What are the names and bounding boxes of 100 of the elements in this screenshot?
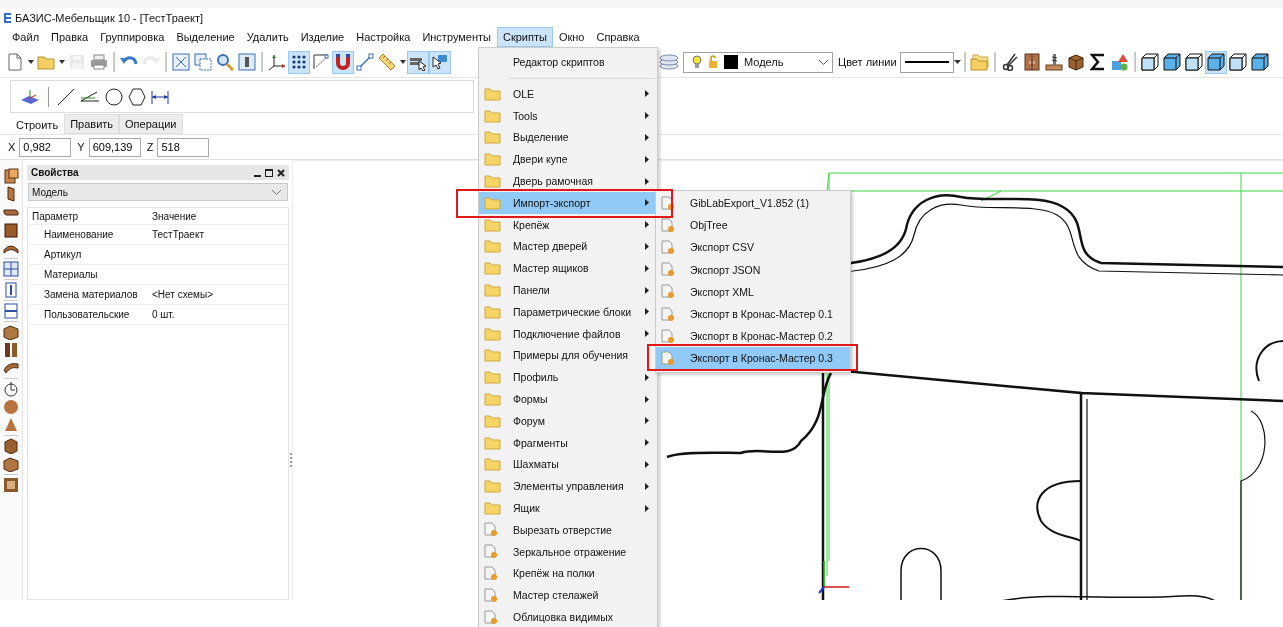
menu-item[interactable]: OLE	[479, 83, 657, 105]
furniture-part-icon[interactable]	[3, 222, 19, 238]
menu-item[interactable]: ObjTree	[656, 214, 850, 237]
menu-item[interactable]: Дверь рамочная	[479, 170, 657, 192]
menu-item[interactable]: Экспорт JSON	[656, 258, 850, 281]
menu-item[interactable]: Двери купе	[479, 148, 657, 171]
toolbar-button[interactable]	[1182, 50, 1205, 74]
menu-item[interactable]: Tools	[479, 104, 657, 127]
menu-item[interactable]: Удалить	[240, 27, 295, 47]
menu-item[interactable]: Экспорт в Кронас-Мастер 0.2	[656, 325, 850, 348]
folder-icon	[484, 392, 501, 407]
caret-icon[interactable]	[953, 60, 961, 64]
coordinate-field[interactable]: 0,982	[19, 137, 72, 157]
furniture-part-icon[interactable]	[3, 456, 19, 472]
menu-item[interactable]: Формы	[479, 388, 657, 410]
toolbar-button[interactable]	[429, 50, 451, 74]
chevron-down-icon	[819, 59, 828, 65]
property-value[interactable]: <Нет схемы>	[146, 289, 288, 300]
menu-item[interactable]: GibLabExport_V1.852 (1)	[656, 192, 850, 215]
object-dropdown[interactable]: Модель	[28, 183, 288, 201]
caret-icon	[27, 60, 34, 64]
toolbar-button[interactable]	[1226, 50, 1249, 74]
column-header: Параметр	[31, 210, 80, 222]
menu-item[interactable]: Группировка	[94, 27, 171, 47]
box-icon	[1066, 53, 1085, 71]
menu-item[interactable]: Шахматы	[479, 453, 657, 476]
toolbar-button[interactable]	[332, 50, 354, 74]
close-icon[interactable]	[277, 168, 285, 177]
furniture-part-icon[interactable]	[3, 360, 19, 376]
folder-icon	[484, 130, 501, 145]
line-color-dropdown[interactable]	[899, 51, 954, 73]
menu-item[interactable]: Форум	[479, 409, 657, 432]
circle-icon[interactable]	[105, 87, 123, 106]
toolbar-button[interactable]	[236, 50, 258, 74]
menu-item[interactable]: Изделие	[294, 27, 351, 47]
toolbar-button[interactable]	[1138, 50, 1161, 74]
menu-item[interactable]: Ящик	[479, 497, 657, 519]
toolbar-button[interactable]	[407, 50, 429, 74]
furniture-part-icon[interactable]	[3, 324, 19, 340]
menu-item[interactable]: Экспорт в Кронас-Мастер 0.1	[656, 302, 850, 326]
menu-item[interactable]: Мастер стелажей	[479, 584, 657, 607]
furniture-part-icon[interactable]	[3, 342, 19, 358]
folder-icon	[484, 86, 501, 101]
menu-item[interactable]: Панели	[479, 279, 657, 301]
toolbar-button[interactable]	[1160, 50, 1183, 74]
menu-item[interactable]: Редактор скриптов	[479, 50, 657, 74]
menu-item[interactable]: Экспорт в Кронас-Мастер 0.3	[656, 347, 850, 370]
furniture-part-icon[interactable]	[3, 168, 19, 184]
menu-item[interactable]: Экспорт CSV	[656, 236, 850, 259]
splitter-grip-icon[interactable]	[289, 453, 292, 467]
property-value[interactable]: 0 шт.	[146, 309, 288, 320]
padlock-icon	[708, 55, 718, 69]
menu-item[interactable]: Параметрические блоки	[479, 300, 657, 323]
menu-item[interactable]: Зеркальное отражение	[479, 540, 657, 563]
menu-item[interactable]: Файл	[6, 27, 46, 47]
menu-item[interactable]: Выделение	[170, 27, 241, 47]
tab[interactable]: Править	[64, 114, 120, 134]
plane-icon[interactable]	[20, 87, 40, 106]
tab[interactable]: Операции	[119, 114, 183, 134]
furniture-part-icon[interactable]	[3, 282, 19, 298]
coordinate-field[interactable]: 518	[157, 137, 210, 157]
furniture-part-icon[interactable]	[3, 438, 19, 454]
menu-item[interactable]: Мастер ящиков	[479, 257, 657, 280]
cube-icon	[1162, 53, 1181, 71]
menu-item[interactable]: Справка	[590, 27, 646, 47]
property-value[interactable]: ТестТраект	[146, 229, 288, 240]
menu-item[interactable]: Выделение	[479, 126, 657, 149]
menu-item[interactable]: Фрагменты	[479, 431, 657, 454]
menu-item[interactable]: Облицовка видимых	[479, 606, 657, 627]
menu-item[interactable]: Вырезать отверстие	[479, 518, 657, 541]
menu-item[interactable]: Окно	[552, 27, 591, 47]
view-icon	[238, 53, 256, 71]
menu-item[interactable]: Экспорт XML	[656, 280, 850, 303]
coordinate-field[interactable]: 609,139	[88, 137, 141, 157]
hexagon-icon[interactable]	[128, 87, 146, 106]
layer-dropdown[interactable]: Модель	[683, 51, 833, 73]
menu-item[interactable]: Настройка	[350, 27, 417, 47]
toolbar-button[interactable]	[1248, 50, 1271, 74]
menu-item[interactable]: Скрипты	[497, 27, 553, 47]
folder-icon	[484, 217, 501, 232]
menu-item[interactable]: Правка	[45, 27, 95, 47]
menu-item[interactable]: Импорт-экспорт	[479, 192, 657, 214]
toolbar-button[interactable]	[1204, 50, 1227, 74]
furniture-part-icon[interactable]	[3, 477, 19, 493]
menu-item[interactable]: Инструменты	[416, 27, 497, 47]
axis-label: Y	[77, 141, 85, 153]
furniture-part-icon[interactable]	[3, 381, 19, 397]
toolbar-button[interactable]	[288, 50, 310, 74]
menu-item[interactable]: Элементы управления	[479, 475, 657, 498]
furniture-part-icon[interactable]	[3, 303, 19, 319]
menu-item[interactable]: Крепёж	[479, 213, 657, 236]
menu-item[interactable]: Мастер дверей	[479, 235, 657, 258]
menu-item[interactable]: Профиль	[479, 366, 657, 389]
menu-item[interactable]: Подключение файлов	[479, 322, 657, 345]
line-icon[interactable]	[57, 87, 75, 106]
menu-item[interactable]: Примеры для обучения	[479, 344, 657, 367]
script-file-icon	[661, 284, 675, 300]
maximize-icon[interactable]	[265, 168, 273, 177]
menu-item[interactable]: Крепёж на полки	[479, 562, 657, 585]
app-icon	[4, 12, 11, 23]
